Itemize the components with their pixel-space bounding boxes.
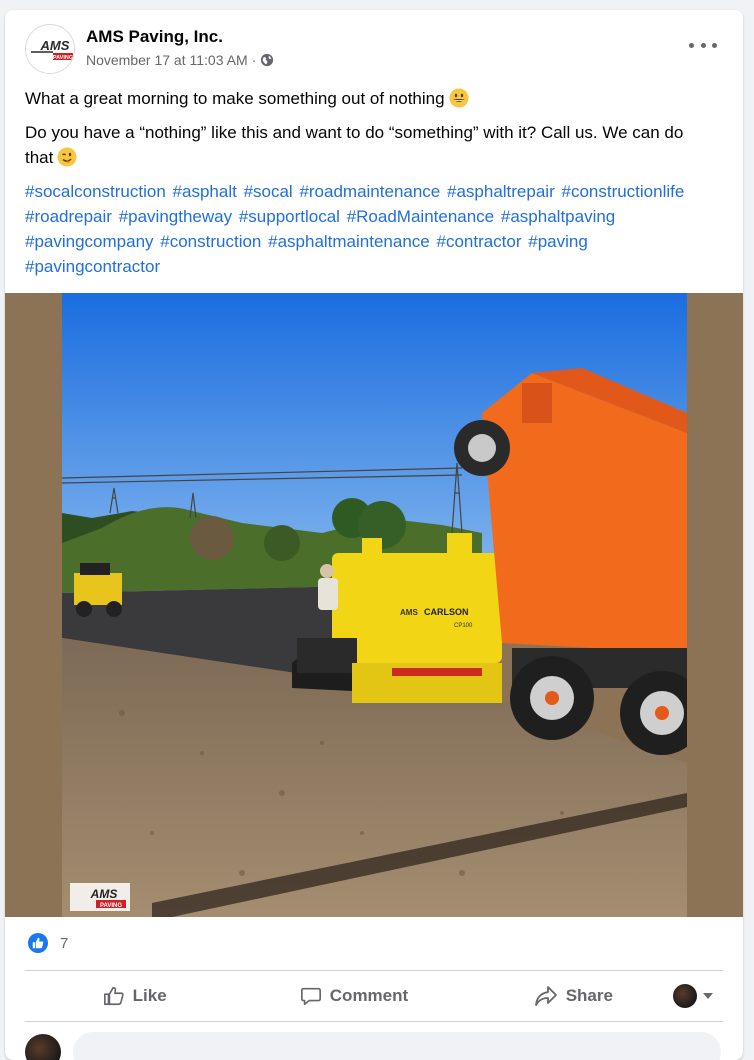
paver-brand: CARLSON (424, 607, 469, 617)
hashtag-link[interactable]: #asphalt (173, 182, 237, 201)
divider (25, 1021, 723, 1022)
post-text-line1: What a great morning to make something o… (25, 86, 715, 111)
photo-watermark-logo: AMS PAVING (70, 883, 130, 911)
hashtag-link[interactable]: #asphaltpaving (501, 207, 615, 226)
hashtag-link[interactable]: #pavingcontractor (25, 257, 160, 276)
post-actions: Like Comment Share (25, 974, 723, 1018)
meta-separator: · (251, 52, 257, 68)
hashtag-link[interactable]: #constructionlife (561, 182, 684, 201)
user-avatar (673, 984, 697, 1008)
logo-text-bottom: PAVING (53, 55, 73, 61)
chevron-down-icon (703, 993, 713, 999)
page-name-link[interactable]: AMS Paving, Inc. (86, 27, 223, 47)
like-reaction-icon (28, 933, 48, 953)
reaction-count: 7 (60, 934, 69, 952)
paver-model: CP100 (454, 623, 473, 629)
logo-text-top: AMS (40, 38, 70, 53)
profile-switcher[interactable] (673, 984, 713, 1008)
ams-logo-icon: AMS PAVING (26, 25, 74, 73)
post-message: What a great morning to make something o… (25, 86, 715, 179)
watermark-text-bottom: PAVING (100, 903, 122, 909)
post-card: AMS PAVING AMS Paving, Inc. November 17 … (5, 10, 743, 1060)
comment-composer (25, 1032, 725, 1060)
watermark-text-top: AMS (90, 887, 118, 901)
comment-bubble-icon (300, 987, 321, 1006)
post-meta: November 17 at 11:03 AM · (86, 52, 274, 68)
share-arrow-icon (534, 986, 557, 1006)
hashtag-link[interactable]: #roadrepair (25, 207, 112, 226)
hashtag-link[interactable]: #paving (528, 232, 588, 251)
like-label: Like (132, 986, 167, 1005)
hashtag-link[interactable]: #construction (160, 232, 261, 251)
hashtag-link[interactable]: #pavingtheway (119, 207, 232, 226)
winking-face-emoji (57, 147, 77, 167)
paver-prefix: AMS (400, 608, 418, 617)
hashtag-link[interactable]: #pavingcompany (25, 232, 154, 251)
hashtag-list: #socalconstruction #asphalt #socal #road… (25, 179, 725, 279)
comment-button[interactable]: Comment (244, 976, 463, 1016)
commenter-avatar[interactable] (25, 1034, 61, 1060)
hashtag-link[interactable]: #supportlocal (239, 207, 340, 226)
post-text-2: Do you have a “nothing” like this and wa… (25, 123, 684, 167)
hashtag-link[interactable]: #contractor (436, 232, 521, 251)
hashtag-link[interactable]: #RoadMaintenance (347, 207, 494, 226)
page-avatar[interactable]: AMS PAVING (25, 24, 75, 74)
post-photo-frame[interactable]: AMS CARLSON CP100 AMS PAVING (5, 293, 743, 917)
hashtag-link[interactable]: #roadmaintenance (299, 182, 440, 201)
hashtag-link[interactable]: #asphaltrepair (447, 182, 555, 201)
comment-label: Comment (329, 986, 409, 1005)
share-button[interactable]: Share (464, 976, 683, 1016)
hashtag-link[interactable]: #socal (244, 182, 293, 201)
comment-input[interactable] (73, 1032, 721, 1060)
hashtag-link[interactable]: #asphaltmaintenance (268, 232, 430, 251)
post-timestamp[interactable]: November 17 at 11:03 AM (86, 52, 248, 68)
globe-icon[interactable] (260, 53, 274, 67)
share-label: Share (565, 986, 613, 1005)
post-photo[interactable]: AMS CARLSON CP100 AMS PAVING (62, 293, 687, 917)
hashtag-link[interactable]: #socalconstruction (25, 182, 166, 201)
reaction-summary[interactable]: 7 (28, 933, 68, 953)
divider (25, 970, 723, 971)
post-header: AMS PAVING AMS Paving, Inc. November 17 … (5, 10, 743, 80)
thumbs-up-icon (103, 986, 124, 1006)
more-options-icon[interactable] (689, 36, 717, 54)
grinning-face-emoji (449, 88, 469, 108)
like-button[interactable]: Like (25, 976, 244, 1016)
post-text-1: What a great morning to make something o… (25, 89, 445, 108)
post-text-line2: Do you have a “nothing” like this and wa… (25, 120, 715, 170)
